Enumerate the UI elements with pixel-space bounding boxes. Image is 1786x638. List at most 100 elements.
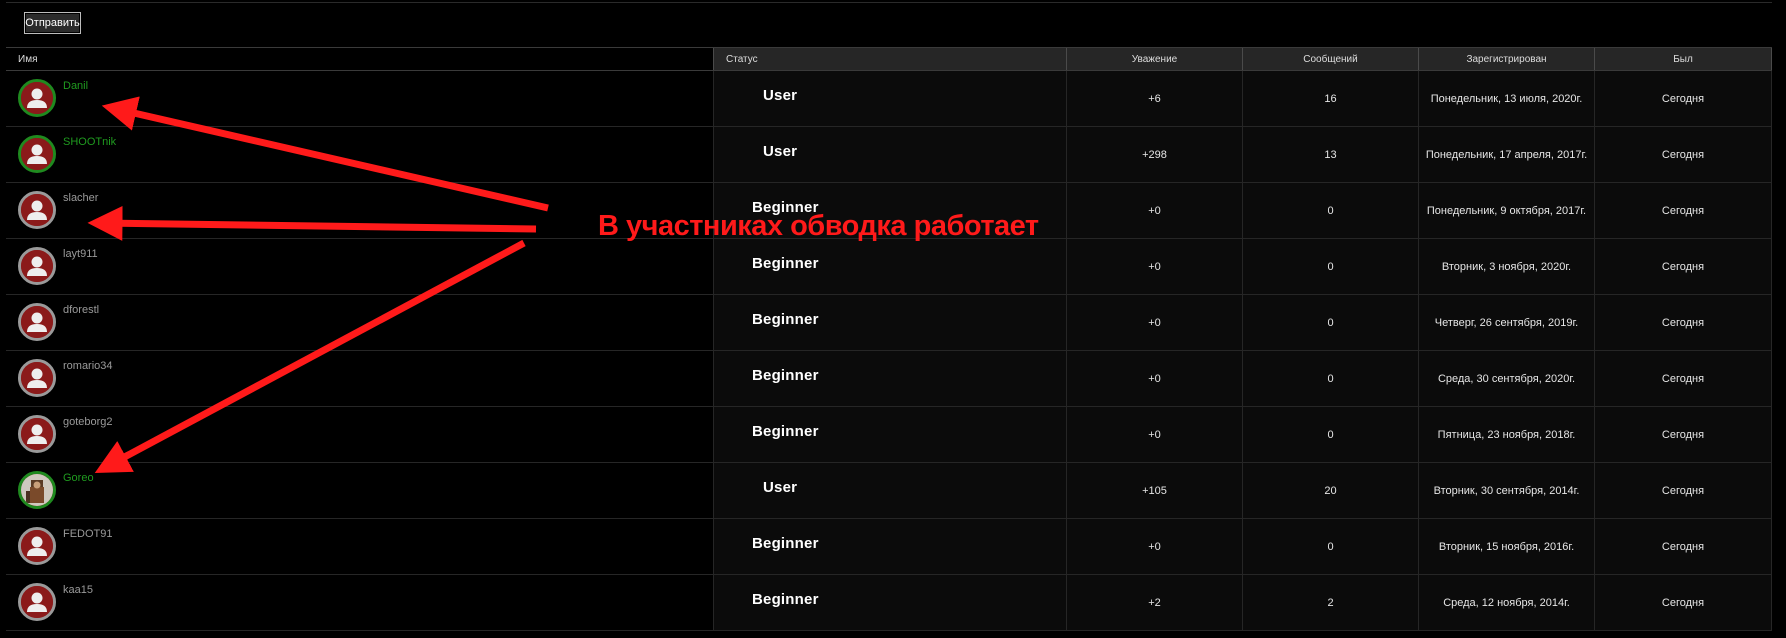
member-last-seen: Сегодня [1595,183,1772,238]
member-registered: Понедельник, 9 октября, 2017г. [1419,183,1595,238]
member-username-link[interactable]: dforestl [63,304,99,316]
member-messages: 0 [1243,407,1419,462]
member-username-link[interactable]: SHOOTnik [63,136,116,148]
member-respect: +0 [1067,407,1243,462]
member-last-seen: Сегодня [1595,71,1772,126]
avatar[interactable] [18,527,56,565]
member-username-link[interactable]: FEDOT91 [63,528,113,540]
member-registered: Четверг, 26 сентября, 2019г. [1419,295,1595,350]
avatar[interactable] [18,303,56,341]
member-respect: +0 [1067,239,1243,294]
member-username-link[interactable]: goteborg2 [63,416,113,428]
member-status-cell: Beginner [714,407,1067,462]
member-status: Beginner [752,255,819,272]
avatar[interactable] [18,415,56,453]
member-name-cell: SHOOTnik [6,127,714,182]
member-name-cell: dforestl [6,295,714,350]
member-registered: Понедельник, 13 июля, 2020г. [1419,71,1595,126]
member-last-seen: Сегодня [1595,575,1772,630]
member-status-cell: Beginner [714,295,1067,350]
member-respect: +298 [1067,127,1243,182]
member-messages: 0 [1243,519,1419,574]
member-username-link[interactable]: slacher [63,192,98,204]
avatar[interactable] [18,471,56,509]
member-name-cell: Goreo [6,463,714,518]
member-name-cell: romario34 [6,351,714,406]
member-status: User [763,87,798,104]
member-respect: +6 [1067,71,1243,126]
member-status-cell: User [714,127,1067,182]
table-row: layt911 Beginner +0 0 Вторник, 3 ноября, 202… [6,239,1772,295]
member-last-seen: Сегодня [1595,463,1772,518]
member-last-seen: Сегодня [1595,351,1772,406]
avatar[interactable] [18,79,56,117]
member-messages: 20 [1243,463,1419,518]
member-status: Beginner [752,423,819,440]
table-row: romario34 Beginner +0 0 Среда, 30 сентября, … [6,351,1772,407]
header-last-seen[interactable]: Был [1595,48,1772,70]
member-status-cell: Beginner [714,575,1067,630]
member-status: User [763,479,798,496]
member-registered: Вторник, 15 ноября, 2016г. [1419,519,1595,574]
member-status: Beginner [752,311,819,328]
member-name-cell: goteborg2 [6,407,714,462]
member-name-cell: kaa15 [6,575,714,630]
member-respect: +0 [1067,351,1243,406]
member-status-cell: Beginner [714,239,1067,294]
member-respect: +0 [1067,295,1243,350]
member-status-cell: Beginner [714,519,1067,574]
member-last-seen: Сегодня [1595,295,1772,350]
header-name[interactable]: Имя [6,48,714,70]
member-last-seen: Сегодня [1595,239,1772,294]
member-name-cell: FEDOT91 [6,519,714,574]
table-row: goteborg2 Beginner +0 0 Пятница, 23 ноября, … [6,407,1772,463]
header-messages[interactable]: Сообщений [1243,48,1419,70]
member-last-seen: Сегодня [1595,519,1772,574]
members-table: Имя Статус Уважение Сообщений Зарегистри… [6,47,1772,638]
member-name-cell: layt911 [6,239,714,294]
member-messages: 0 [1243,239,1419,294]
member-username-link[interactable]: Goreo [63,472,94,484]
member-username-link[interactable]: romario34 [63,360,113,372]
avatar[interactable] [18,247,56,285]
header-respect[interactable]: Уважение [1067,48,1243,70]
member-respect: +0 [1067,519,1243,574]
member-status-cell: User [714,71,1067,126]
table-row: SHOOTnik User +298 13 Понедельник, 17 апреля… [6,127,1772,183]
member-username-link[interactable]: Danil [63,80,88,92]
member-messages: 16 [1243,71,1419,126]
member-registered: Вторник, 30 сентября, 2014г. [1419,463,1595,518]
table-body: Danil User +6 16 Понедельник, 13 июля, 2020г… [6,71,1772,631]
member-registered: Понедельник, 17 апреля, 2017г. [1419,127,1595,182]
member-status: User [763,143,798,160]
member-username-link[interactable]: layt911 [63,248,98,260]
member-respect: +2 [1067,575,1243,630]
table-row: Goreo User +105 20 Вторник, 30 сентября, 201… [6,463,1772,519]
member-respect: +105 [1067,463,1243,518]
table-row: kaa15 Beginner +2 2 Среда, 12 ноября, 2014г.… [6,575,1772,631]
member-status-cell: Beginner [714,351,1067,406]
member-status: Beginner [752,535,819,552]
member-status-cell: User [714,463,1067,518]
avatar[interactable] [18,135,56,173]
table-row: dforestl Beginner +0 0 Четверг, 26 сентября,… [6,295,1772,351]
member-username-link[interactable]: kaa15 [63,584,93,596]
table-header: Имя Статус Уважение Сообщений Зарегистри… [6,47,1772,71]
member-messages: 0 [1243,351,1419,406]
member-respect: +0 [1067,183,1243,238]
member-messages: 0 [1243,295,1419,350]
annotation-text: В участниках обводка работает [598,210,1039,242]
header-registered[interactable]: Зарегистрирован [1419,48,1595,70]
submit-button[interactable]: Отправить [24,12,81,34]
member-registered: Пятница, 23 ноября, 2018г. [1419,407,1595,462]
avatar[interactable] [18,191,56,229]
member-last-seen: Сегодня [1595,127,1772,182]
member-messages: 0 [1243,183,1419,238]
top-divider [6,2,1772,3]
avatar[interactable] [18,359,56,397]
table-row: FEDOT91 Beginner +0 0 Вторник, 15 ноября, 20… [6,519,1772,575]
avatar[interactable] [18,583,56,621]
header-status[interactable]: Статус [714,48,1067,70]
member-status: Beginner [752,591,819,608]
member-last-seen: Сегодня [1595,407,1772,462]
